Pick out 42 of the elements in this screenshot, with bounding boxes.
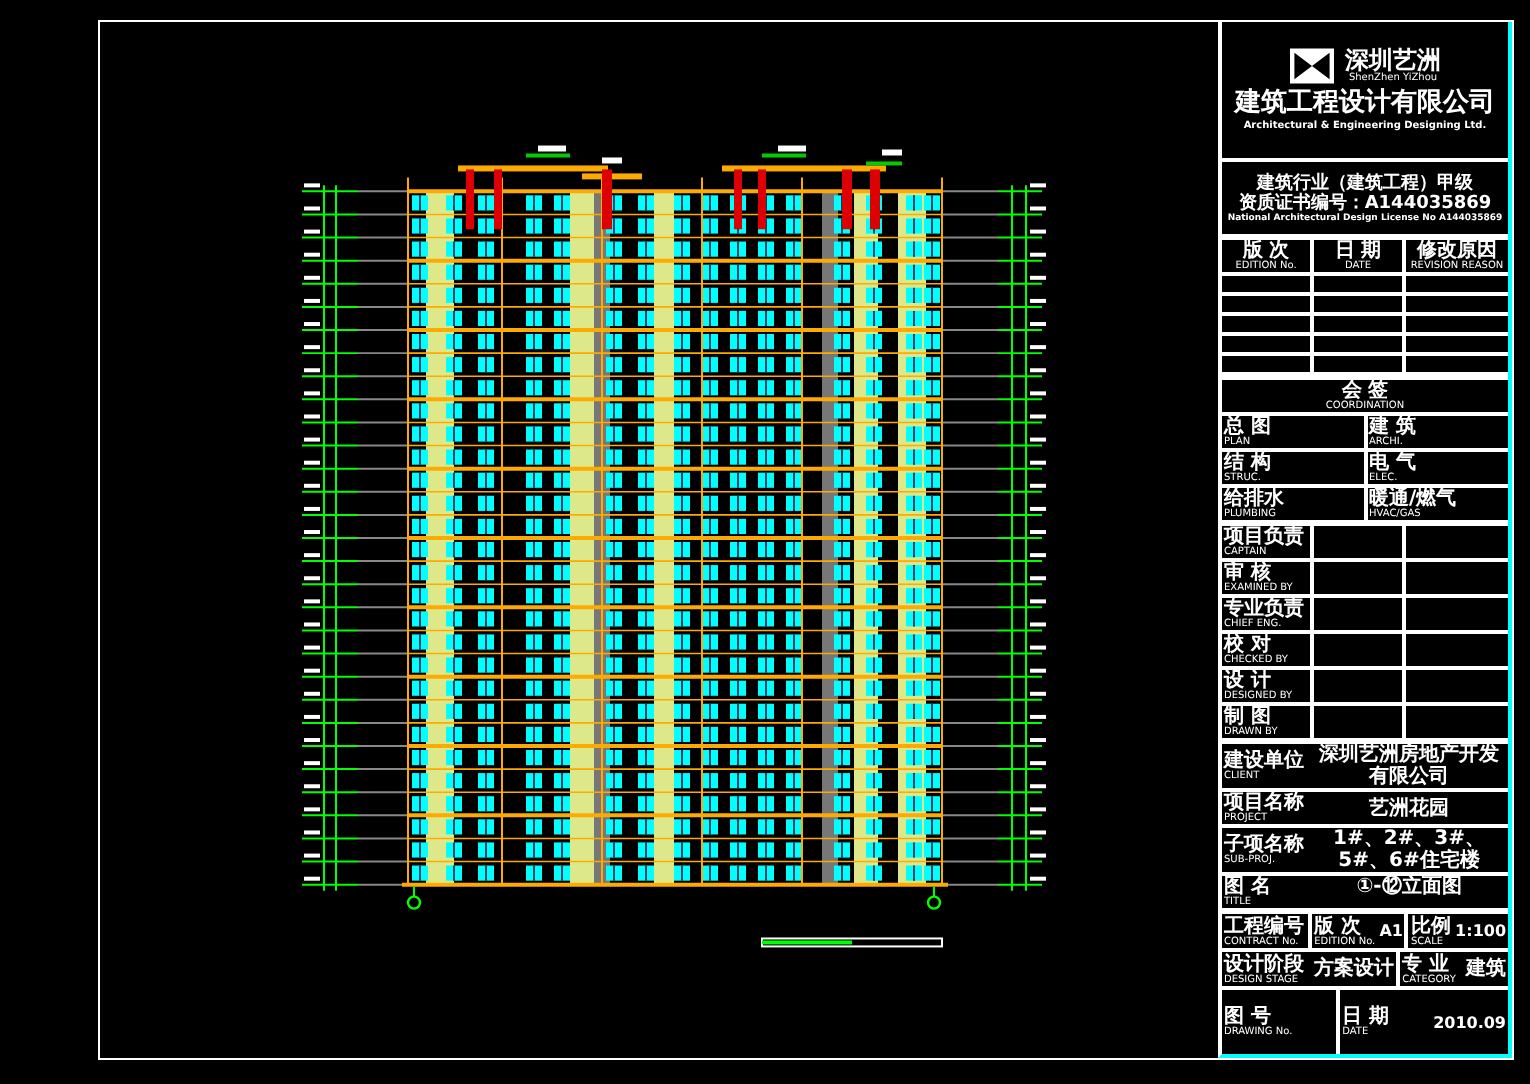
- logo-icon: [1289, 48, 1333, 84]
- field-label: 项目名称: [1224, 792, 1306, 814]
- field-label: 会 签: [1341, 380, 1389, 402]
- field-value: 1:100: [1455, 920, 1507, 942]
- field-label: 结 构: [1224, 452, 1273, 474]
- field-label: 项目负责: [1224, 526, 1306, 548]
- field-label: 日 期: [1342, 1006, 1390, 1028]
- field-value: 深圳艺洲房地产开发有限公司: [1317, 744, 1501, 788]
- grid-axis-marker: [926, 885, 942, 910]
- field-value: 艺洲花园: [1367, 797, 1451, 819]
- field-label: 子项名称: [1224, 834, 1306, 856]
- field-label: 给排水: [1224, 488, 1286, 510]
- field-label: 图 号: [1224, 1006, 1271, 1028]
- field-label: 审 核: [1224, 562, 1271, 584]
- field-label: 比例: [1410, 915, 1451, 937]
- company-name: 建筑工程设计有限公司: [1235, 88, 1495, 118]
- field-value: ①-⑫立面图: [1354, 876, 1464, 898]
- field-label: 图 名: [1224, 876, 1273, 898]
- field-label: 专业负责: [1224, 598, 1306, 620]
- field-label: 工程编号: [1224, 915, 1304, 937]
- field-value: 建筑: [1466, 958, 1507, 980]
- field-label: 建设单位: [1224, 750, 1306, 772]
- field-label: 设计阶段: [1224, 953, 1304, 975]
- field-label: 版 次: [1314, 915, 1362, 937]
- field-value: A1: [1379, 920, 1403, 942]
- field-label: 版 次: [1242, 240, 1290, 262]
- field-label: 制 图: [1224, 706, 1271, 728]
- company-short-name: 深圳艺洲: [1345, 48, 1441, 74]
- field-label: 总 图: [1224, 416, 1273, 438]
- field-value: 2010.09: [1433, 1011, 1506, 1033]
- field-value: 1#、2#、3#、5#、6#住宅楼: [1330, 828, 1487, 872]
- license-text: 建筑行业（建筑工程）甲级: [1257, 173, 1473, 193]
- field-label: 建 筑: [1369, 416, 1418, 438]
- grid-axis-marker: [406, 885, 422, 910]
- license-text: 资质证书编号：A144035869: [1238, 193, 1492, 213]
- field-value: 方案设计: [1314, 958, 1395, 980]
- field-label: 日 期: [1334, 240, 1382, 262]
- field-label: 校 对: [1224, 634, 1271, 656]
- field-label: 专 业: [1402, 953, 1450, 975]
- field-label: 电 气: [1369, 452, 1418, 474]
- field-label: 设 计: [1224, 670, 1271, 692]
- field-label: 修改原因: [1417, 240, 1497, 262]
